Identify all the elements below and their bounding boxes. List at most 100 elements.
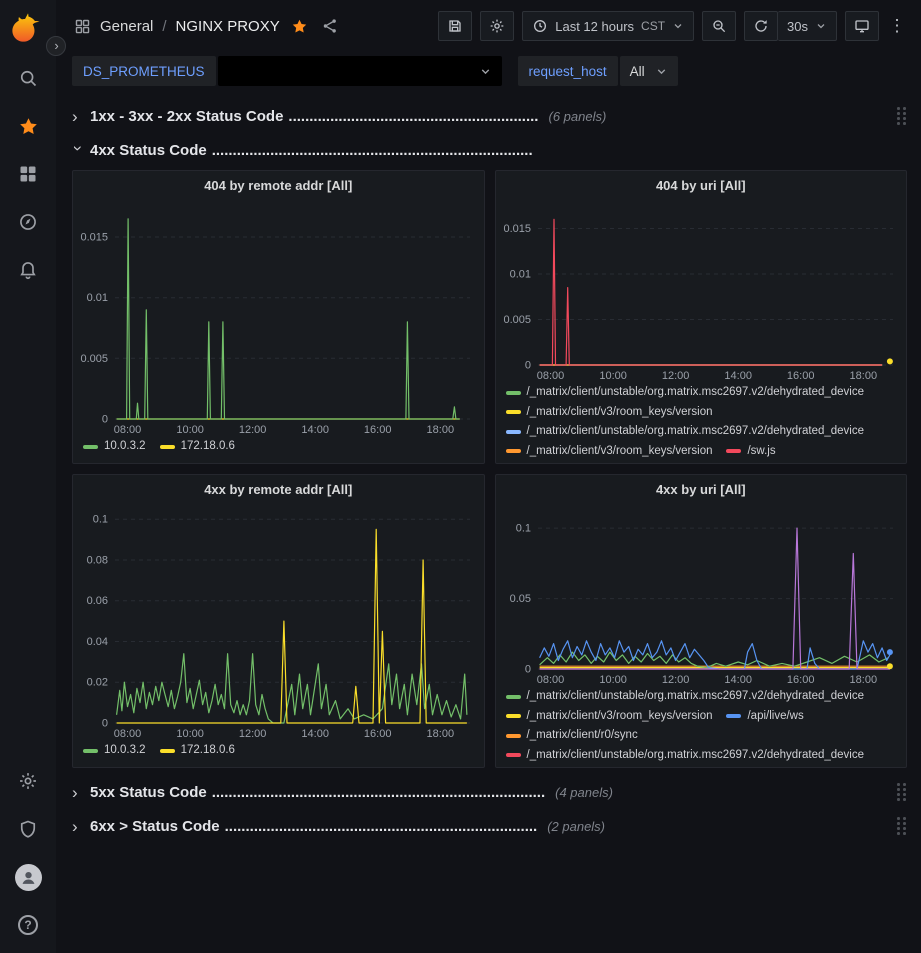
series-color-swatch	[506, 734, 521, 738]
dashboard-scroll-area: › 1xx - 3xx - 2xx Status Code ..........…	[56, 90, 921, 953]
svg-text:16:00: 16:00	[364, 728, 392, 740]
row-title: 5xx Status Code	[90, 784, 207, 801]
legend-item[interactable]: /_matrix/client/unstable/org.matrix.msc2…	[506, 424, 865, 440]
legend-item[interactable]: /_matrix/client/unstable/org.matrix.msc2…	[506, 385, 865, 401]
chevron-down-icon	[655, 65, 668, 78]
series-color-swatch	[83, 445, 98, 449]
svg-text:14:00: 14:00	[724, 674, 752, 686]
sidebar-expand-button[interactable]: ›	[46, 36, 66, 56]
svg-text:0.06: 0.06	[87, 595, 108, 607]
series-color-swatch	[160, 749, 175, 753]
breadcrumb-section[interactable]: General	[100, 18, 153, 35]
svg-text:14:00: 14:00	[301, 424, 329, 436]
legend-label: 10.0.3.2	[104, 439, 146, 455]
sidebar-item-configuration[interactable]	[0, 757, 56, 805]
time-range-picker[interactable]: Last 12 hours CST	[522, 11, 694, 41]
dashboard-settings-button[interactable]	[480, 11, 514, 41]
chart-legend: /_matrix/client/unstable/org.matrix.msc2…	[496, 383, 907, 463]
chart-canvas[interactable]: 00.050.108:0010:0012:0014:0016:0018:00	[496, 499, 907, 687]
refresh-button[interactable]	[744, 11, 778, 41]
sidebar-item-dashboards[interactable]	[0, 150, 56, 198]
svg-text:18:00: 18:00	[849, 370, 877, 382]
more-options-kebab[interactable]: ⋮	[887, 16, 907, 36]
svg-text:0: 0	[102, 718, 108, 730]
legend-item[interactable]: /_matrix/client/r0/sync	[506, 728, 638, 744]
chart-canvas[interactable]: 00.020.040.060.080.108:0010:0012:0014:00…	[73, 499, 484, 741]
sidebar-item-server-admin[interactable]	[0, 805, 56, 853]
panel-title[interactable]: 404 by remote addr [All]	[73, 171, 484, 195]
sidebar-item-help[interactable]: ?	[0, 901, 56, 949]
bell-icon	[18, 260, 38, 280]
zoom-out-time-button[interactable]	[702, 11, 736, 41]
legend-item[interactable]: /_matrix/client/v3/room_keys/version	[506, 444, 713, 460]
row-header-5xx[interactable]: › 5xx Status Code ......................…	[72, 778, 907, 806]
sidebar-item-search[interactable]	[0, 54, 56, 102]
grafana-logo-icon[interactable]	[11, 10, 45, 44]
legend-label: 172.18.0.6	[181, 743, 235, 759]
compass-icon	[18, 212, 38, 232]
legend-item[interactable]: /sw.js	[726, 444, 775, 460]
series-color-swatch	[726, 714, 741, 718]
legend-item[interactable]: /_matrix/client/unstable/org.matrix.msc2…	[506, 748, 865, 764]
row-header-4xx[interactable]: › 4xx Status Code ......................…	[72, 136, 907, 164]
chevron-right-icon: ›	[72, 108, 85, 125]
legend-item[interactable]: /api/live/ws	[726, 709, 803, 725]
series-color-swatch	[83, 749, 98, 753]
svg-text:0.005: 0.005	[80, 353, 108, 365]
chart-canvas[interactable]: 00.0050.010.01508:0010:0012:0014:0016:00…	[73, 195, 484, 437]
navbar-actions: Last 12 hours CST 30s	[438, 11, 907, 41]
tv-mode-button[interactable]	[845, 11, 879, 41]
legend-item[interactable]: /_matrix/client/v3/room_keys/version	[506, 405, 713, 421]
legend-item[interactable]: 10.0.3.2	[83, 439, 146, 455]
sidebar-item-starred[interactable]	[0, 102, 56, 150]
refresh-interval-picker[interactable]: 30s	[778, 11, 837, 41]
breadcrumb-separator: /	[162, 18, 166, 35]
sidebar-item-explore[interactable]	[0, 198, 56, 246]
legend-item[interactable]: 172.18.0.6	[160, 743, 235, 759]
panel-title[interactable]: 4xx by uri [All]	[496, 475, 907, 499]
sidebar-item-alerting[interactable]	[0, 246, 56, 294]
row-header-6xx[interactable]: › 6xx > Status Code ....................…	[72, 812, 907, 840]
svg-text:0.005: 0.005	[503, 314, 531, 326]
panel-title[interactable]: 404 by uri [All]	[496, 171, 907, 195]
drag-handle-icon[interactable]	[895, 783, 907, 801]
svg-text:08:00: 08:00	[536, 370, 564, 382]
variable-label-request-host: request_host	[518, 56, 618, 86]
sidebar: ? ›	[0, 0, 56, 953]
dashboard-breadcrumb-icon	[74, 18, 91, 35]
svg-text:0: 0	[524, 360, 530, 372]
help-icon: ?	[18, 915, 38, 935]
row-header-1xx-3xx-2xx[interactable]: › 1xx - 3xx - 2xx Status Code ..........…	[72, 102, 907, 130]
user-avatar[interactable]	[0, 853, 56, 901]
panel-title[interactable]: 4xx by remote addr [All]	[73, 475, 484, 499]
svg-text:10:00: 10:00	[599, 370, 627, 382]
breadcrumb-dashboard-title[interactable]: NGINX PROXY	[176, 18, 280, 35]
svg-text:0: 0	[524, 664, 530, 676]
variable-select-request-host[interactable]: All	[620, 56, 678, 86]
chart-canvas[interactable]: 00.0050.010.01508:0010:0012:0014:0016:00…	[496, 195, 907, 383]
save-dashboard-button[interactable]	[438, 11, 472, 41]
favorite-star-icon[interactable]	[291, 18, 308, 35]
drag-handle-icon[interactable]	[895, 107, 907, 125]
legend-item[interactable]: 10.0.3.2	[83, 743, 146, 759]
share-icon[interactable]	[321, 17, 339, 35]
svg-text:0: 0	[102, 414, 108, 426]
chevron-down-icon: ›	[70, 145, 87, 158]
legend-item[interactable]: /_matrix/client/unstable/org.matrix.msc2…	[506, 689, 865, 705]
legend-label: /_matrix/client/unstable/org.matrix.msc2…	[527, 748, 865, 764]
row-title: 4xx Status Code	[90, 142, 207, 159]
time-range-label: Last 12 hours	[555, 19, 634, 34]
row-panel-count: (4 panels)	[555, 785, 613, 800]
legend-item[interactable]: 172.18.0.6	[160, 439, 235, 455]
legend-label: /_matrix/client/r0/sync	[527, 728, 638, 744]
drag-handle-icon[interactable]	[895, 817, 907, 835]
series-color-swatch	[506, 430, 521, 434]
monitor-icon	[854, 18, 870, 34]
legend-item[interactable]: /_matrix/client/v3/room_keys/version	[506, 709, 713, 725]
chart-svg: 00.050.108:0010:0012:0014:0016:0018:00	[496, 499, 907, 687]
grafana-app: ? › General / NGINX PROXY Last 12 h	[0, 0, 921, 953]
svg-text:18:00: 18:00	[427, 424, 455, 436]
svg-text:16:00: 16:00	[786, 370, 814, 382]
variable-select-ds-prometheus[interactable]	[218, 56, 502, 86]
series-color-swatch	[726, 449, 741, 453]
